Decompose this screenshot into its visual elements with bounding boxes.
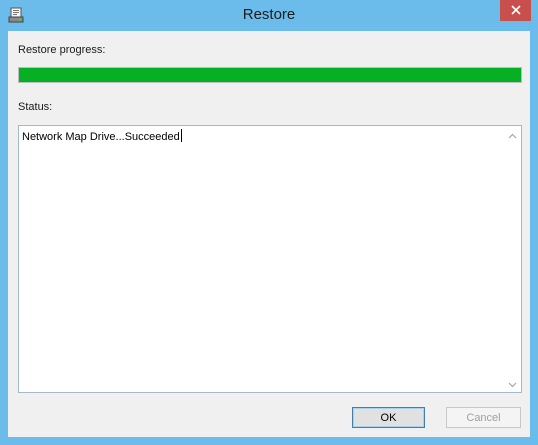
restore-progress-label: Restore progress: bbox=[18, 44, 106, 56]
status-textarea[interactable]: Network Map Drive...Succeeded bbox=[18, 125, 522, 393]
close-icon bbox=[510, 2, 521, 20]
status-scrollbar[interactable] bbox=[504, 126, 521, 392]
chevron-up-icon bbox=[508, 126, 517, 144]
title-bar[interactable]: Restore bbox=[0, 0, 538, 31]
window-title: Restore bbox=[242, 6, 296, 23]
status-label: Status: bbox=[18, 101, 53, 113]
dialog-client-area: Restore progress: Status: Network Map Dr… bbox=[8, 31, 530, 437]
scroll-down-arrow[interactable] bbox=[504, 375, 521, 392]
status-text: Network Map Drive...Succeeded bbox=[22, 129, 182, 143]
chevron-down-icon bbox=[508, 375, 517, 393]
text-caret bbox=[180, 129, 182, 142]
close-button[interactable] bbox=[500, 0, 531, 21]
scroll-up-arrow[interactable] bbox=[504, 126, 521, 143]
cancel-button[interactable]: Cancel bbox=[446, 407, 521, 428]
restore-progress-bar bbox=[18, 67, 522, 83]
restore-progress-fill bbox=[19, 68, 521, 82]
ok-button[interactable]: OK bbox=[352, 407, 425, 428]
restore-window: Restore Restore progress: Status: Networ… bbox=[0, 0, 538, 445]
status-message: Network Map Drive...Succeeded bbox=[22, 131, 180, 143]
